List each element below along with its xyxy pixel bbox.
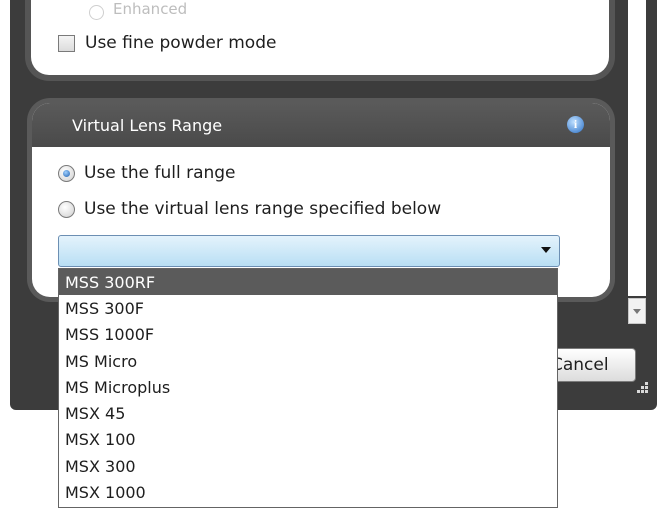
full-range-option[interactable]: Use the full range (58, 163, 236, 183)
full-range-radio[interactable] (58, 164, 75, 182)
scrollbar-track[interactable] (628, 0, 646, 296)
dropdown-item[interactable]: MSX 300 (59, 453, 557, 479)
dropdown-item[interactable]: MSS 1000F (59, 322, 557, 348)
dropdown-item[interactable]: MSX 100 (59, 427, 557, 453)
cancel-label: Cancel (551, 355, 609, 375)
group-title: Virtual Lens Range (72, 115, 223, 135)
info-icon[interactable]: i (567, 116, 584, 133)
specified-range-option[interactable]: Use the virtual lens range specified bel… (58, 199, 441, 219)
specified-range-radio[interactable] (58, 200, 75, 218)
full-range-label: Use the full range (84, 163, 236, 183)
group-header: Virtual Lens Range i (32, 103, 610, 147)
options-panel: Enhanced Use fine powder mode (31, 0, 609, 75)
chevron-down-icon (633, 308, 641, 314)
dropdown-item[interactable]: MS Micro (59, 348, 557, 374)
enhanced-label: Enhanced (113, 0, 188, 18)
dropdown-arrow-icon[interactable] (541, 247, 551, 253)
scroll-down-button[interactable] (628, 298, 646, 324)
dropdown-item[interactable]: MSS 300F (59, 295, 557, 321)
fine-powder-label: Use fine powder mode (85, 33, 277, 53)
enhanced-radio[interactable] (89, 5, 104, 20)
resize-grip-icon[interactable] (633, 382, 649, 396)
dropdown-item[interactable]: MSX 1000 (59, 479, 557, 505)
dropdown-item[interactable]: MSX 45 (59, 400, 557, 426)
lens-range-combobox[interactable] (58, 235, 560, 267)
fine-powder-checkbox-row[interactable]: Use fine powder mode (58, 33, 276, 53)
dropdown-item[interactable]: MS Microplus (59, 374, 557, 400)
lens-dropdown-list[interactable]: MSS 300RF MSS 300F MSS 1000F MS Micro MS Mic… (58, 268, 558, 508)
specified-range-label: Use the virtual lens range specified bel… (84, 199, 442, 219)
dropdown-item[interactable]: MSS 300RF (59, 269, 557, 296)
fine-powder-checkbox[interactable] (58, 34, 75, 52)
